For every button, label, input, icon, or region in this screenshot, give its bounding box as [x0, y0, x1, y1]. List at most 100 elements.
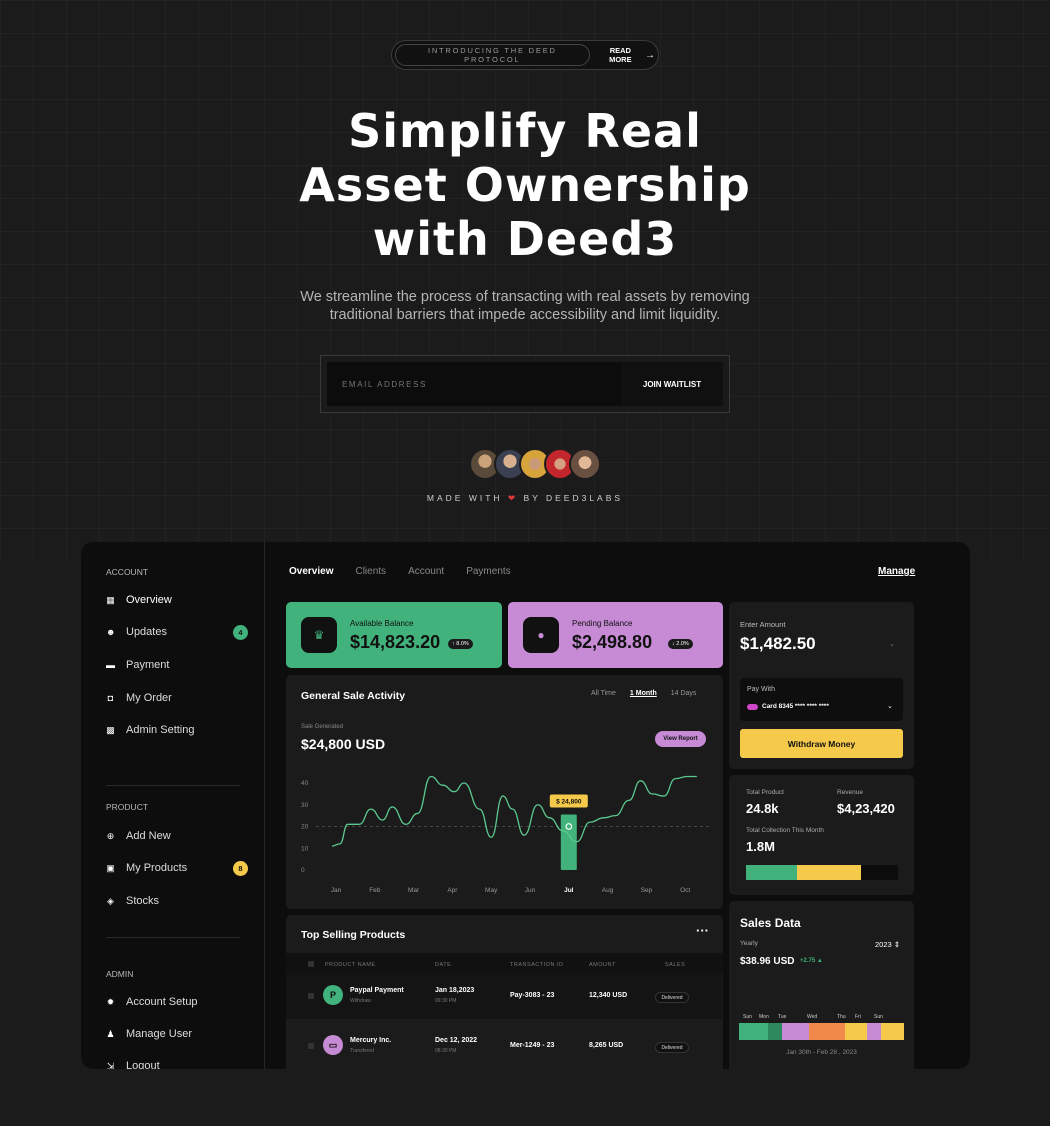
- day-label: Sun: [874, 1014, 883, 1020]
- total-product-value: 24.8k: [746, 801, 779, 816]
- bag-icon: ◘: [107, 693, 114, 703]
- sidebar-item-stocks[interactable]: ◈ Stocks: [106, 895, 248, 907]
- table-row[interactable]: ▭ Mercury Inc. Transfered Dec 12, 2022 0…: [286, 1023, 722, 1069]
- logout-icon: ⇲: [106, 1060, 115, 1070]
- collection-value: 1.8M: [746, 839, 775, 854]
- divider: [106, 785, 240, 786]
- x-tick-label: Apr: [447, 887, 458, 894]
- announcement-pill[interactable]: INTRODUCING THE DEED PROTOCOL READ MORE →: [391, 40, 659, 70]
- row-checkbox[interactable]: [308, 993, 314, 999]
- product-name: Mercury Inc.: [350, 1037, 392, 1044]
- day-label: Thu: [837, 1014, 846, 1020]
- table-row[interactable]: P Paypal Payment Withdraw Jan 18,2023 09…: [286, 973, 722, 1019]
- made-with-credit: MADE WITH ❤ BY DEED3LABS: [0, 493, 1050, 504]
- product-time: 08:30 PM: [435, 1048, 457, 1054]
- card-icon: [747, 704, 758, 710]
- day-label: Wed: [807, 1014, 818, 1020]
- credit-suffix: BY DEED3LABS: [523, 493, 624, 503]
- sidebar-item-add-new[interactable]: ⊕ Add New: [106, 830, 248, 842]
- y-tick-label: 10: [301, 845, 309, 852]
- sidebar-item-label: Account Setup: [126, 996, 198, 1008]
- amount: 12,340 USD: [589, 992, 628, 999]
- year-select[interactable]: 2023 ⇕: [875, 940, 900, 949]
- collection-progress-bar: [746, 865, 898, 880]
- sidebar-item-logout[interactable]: ⇲ Logout: [106, 1060, 248, 1069]
- chevron-down-icon[interactable]: ⌄: [889, 640, 895, 648]
- sidebar-item-manage-user[interactable]: ♟ Manage User: [106, 1028, 248, 1040]
- available-balance-card: ♛ Available Balance $14,823.20 ↑ 8.0%: [286, 602, 502, 668]
- hero-title-line: with Deed3: [372, 212, 678, 266]
- sort-icon: ⇕: [893, 940, 901, 949]
- tab-overview[interactable]: Overview: [289, 566, 333, 577]
- email-input[interactable]: [327, 362, 621, 406]
- sidebar-item-admin-setting[interactable]: ▩ Admin Setting: [106, 724, 248, 736]
- product-time: 09:30 PM: [435, 998, 457, 1004]
- sidebar-item-label: My Order: [126, 692, 172, 704]
- day-segment: [881, 1023, 904, 1040]
- products-badge: 8: [233, 860, 248, 876]
- account-section-label: ACCOUNT: [106, 567, 149, 577]
- team-avatars: [469, 448, 601, 480]
- smile-icon: ☻: [106, 627, 116, 637]
- row-checkbox[interactable]: [308, 1043, 314, 1049]
- day-label: Sun: [743, 1014, 752, 1020]
- sidebar-item-my-products[interactable]: ▣ My Products 8: [106, 860, 248, 876]
- sidebar-item-label: Manage User: [126, 1028, 193, 1040]
- admin-section-label: ADMIN: [106, 969, 134, 979]
- tab-account[interactable]: Account: [408, 566, 444, 577]
- users-icon: ♟: [106, 1028, 115, 1039]
- x-tick-label: Jun: [525, 887, 536, 894]
- tab-clients[interactable]: Clients: [355, 566, 386, 577]
- sales-line: [332, 775, 697, 847]
- amount-input[interactable]: $1,482.50: [740, 634, 816, 654]
- pay-with-select[interactable]: Pay With Card 8345 **** **** **** ⌄: [740, 678, 903, 721]
- product-date: Dec 12, 2022: [435, 1037, 478, 1044]
- x-tick-label: Aug: [602, 887, 614, 894]
- product-sub: Withdraw: [350, 998, 371, 1004]
- stats-panel: Total Product 24.8k Revenue $4,23,420 To…: [729, 775, 914, 895]
- day-label: Tue: [778, 1014, 787, 1020]
- select-all-checkbox[interactable]: [308, 961, 314, 967]
- withdraw-money-button[interactable]: Withdraw Money: [740, 729, 903, 758]
- announcement-tag: INTRODUCING THE DEED PROTOCOL: [395, 44, 590, 66]
- sales-change: +2.75 ▲: [800, 958, 823, 964]
- x-tick-label: Jan: [331, 887, 342, 894]
- waitlist-form: JOIN WAITLIST: [320, 355, 730, 413]
- grid-icon: ▦: [106, 594, 115, 605]
- more-options-icon[interactable]: ···: [696, 923, 709, 938]
- sidebar-item-payment[interactable]: ▬ Payment: [106, 659, 248, 671]
- available-value: $14,823.20: [350, 632, 441, 652]
- sidebar-item-label: Updates: [126, 626, 167, 638]
- x-tick-label: Jul: [564, 887, 574, 894]
- sidebar-item-my-order[interactable]: ◘ My Order: [106, 692, 248, 704]
- updates-badge: 4: [233, 624, 248, 640]
- weekly-bar: [739, 1023, 904, 1040]
- hero-subtitle-line: traditional barriers that impede accessi…: [329, 307, 721, 323]
- sidebar-item-overview[interactable]: ▦ Overview: [106, 594, 248, 606]
- column-header: PRODUCT NAME: [325, 962, 376, 968]
- manage-link[interactable]: Manage: [878, 566, 915, 577]
- tab-payments[interactable]: Payments: [466, 566, 510, 577]
- y-tick-label: 30: [301, 802, 309, 809]
- sidebar-item-label: My Products: [126, 862, 188, 874]
- read-more-link[interactable]: READ MORE →: [600, 46, 655, 64]
- sidebar-item-label: Logout: [126, 1060, 160, 1069]
- revenue-value: $4,23,420: [837, 801, 895, 816]
- hero-subtitle: We streamline the process of transacting…: [0, 288, 1050, 324]
- hero-title-line: Simplify Real: [348, 104, 702, 158]
- sidebar-item-account-setup[interactable]: ✹ Account Setup: [106, 996, 248, 1008]
- sidebar-item-updates[interactable]: ☻ Updates 4: [106, 624, 248, 640]
- top-products-panel: Top Selling Products ··· PRODUCT NAME DA…: [286, 915, 723, 1069]
- day-labels: Sun Mon Tue Wed Thu Fri Sun: [739, 1014, 904, 1022]
- y-tick-label: 0: [301, 867, 305, 874]
- day-segment: [739, 1023, 768, 1040]
- top-tabs: Overview Clients Account Payments: [289, 566, 511, 577]
- sale-activity-panel: General Sale Activity All Time 1 Month 1…: [286, 675, 723, 909]
- sidebar: ACCOUNT ▦ Overview ☻ Updates 4 ▬ Payment ◘ My…: [81, 542, 265, 1069]
- withdraw-panel: Enter Amount $1,482.50 ⌄ Pay With Card 8…: [729, 602, 914, 769]
- read-more-label: READ MORE: [609, 46, 632, 64]
- join-waitlist-button[interactable]: JOIN WAITLIST: [621, 362, 723, 406]
- box-icon: ▣: [106, 862, 115, 873]
- dashboard-preview: ACCOUNT ▦ Overview ☻ Updates 4 ▬ Payment ◘ My…: [81, 542, 970, 1069]
- day-segment: [782, 1023, 809, 1040]
